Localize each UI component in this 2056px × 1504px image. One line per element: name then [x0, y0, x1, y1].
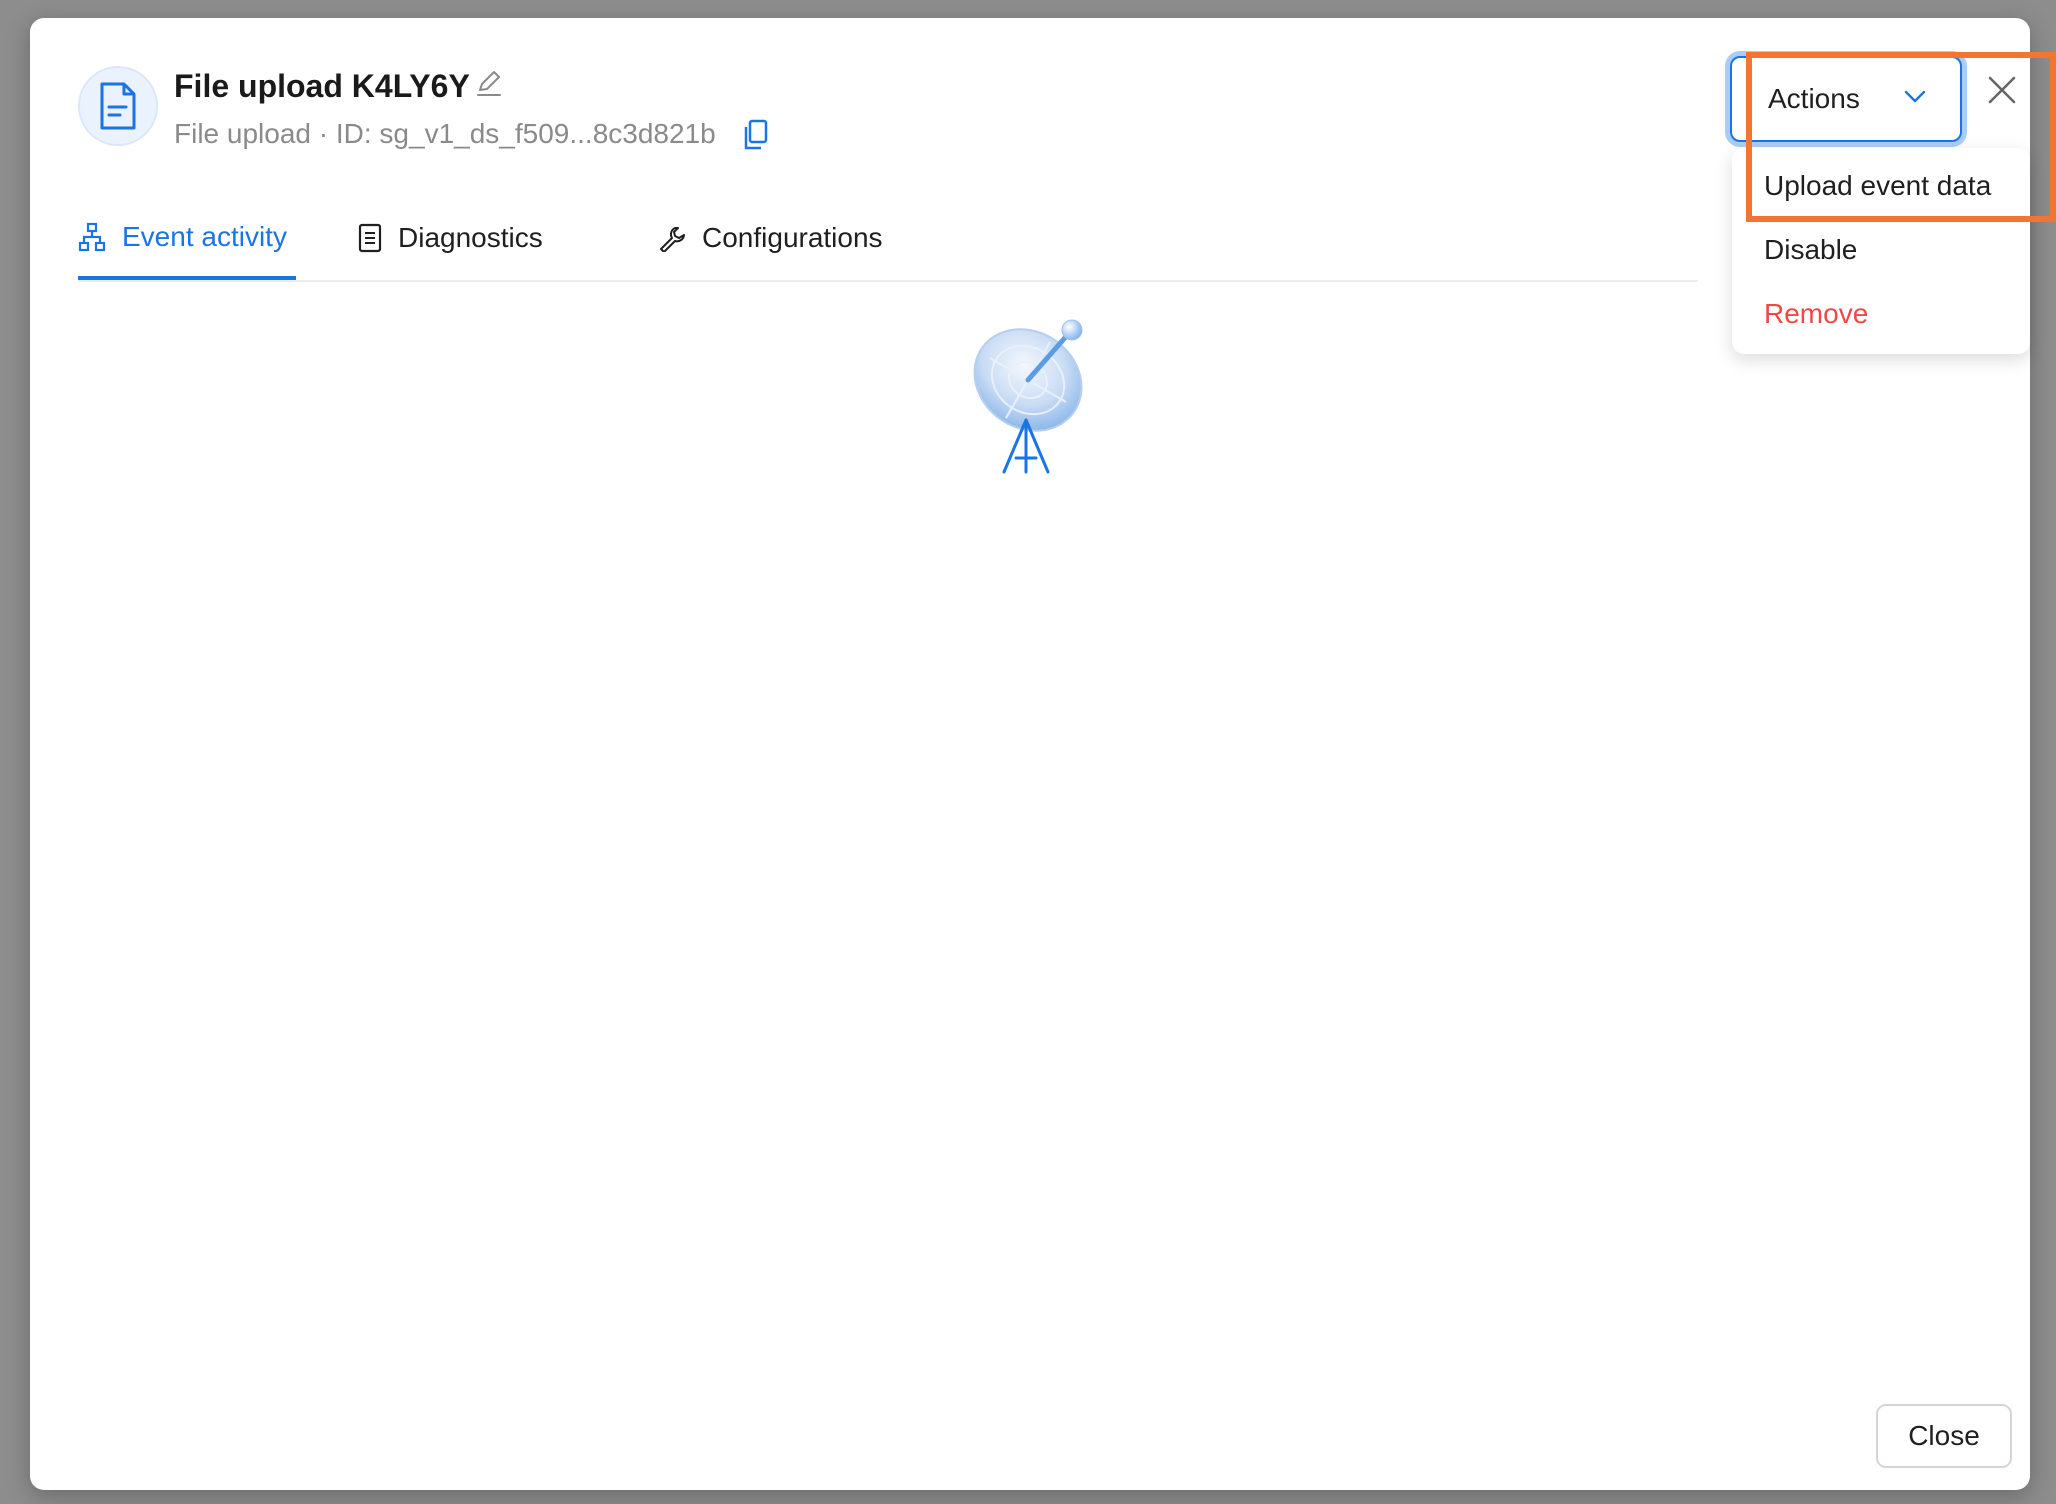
menu-item-upload-event-data[interactable]: Upload event data	[1764, 170, 1991, 202]
page-title: File upload K4LY6Y	[174, 68, 470, 104]
actions-button[interactable]: Actions	[1730, 56, 1962, 142]
clipboard-icon	[358, 223, 382, 253]
menu-item-remove[interactable]: Remove	[1764, 298, 1868, 330]
tab-event-activity[interactable]: Event activity	[78, 198, 296, 280]
close-button[interactable]: Close	[1876, 1404, 2012, 1468]
pencil-icon[interactable]	[474, 68, 504, 98]
satellite-dish-icon	[970, 308, 1110, 478]
wrench-icon	[660, 227, 685, 252]
menu-item-disable[interactable]: Disable	[1764, 234, 1857, 266]
actions-button-label: Actions	[1768, 83, 1860, 114]
data-source-modal: File upload K4LY6Y File upload · ID: sg_…	[30, 18, 2056, 1490]
tab-diagnostics[interactable]: Diagnostics	[358, 198, 543, 278]
data-source-subtitle: File upload · ID: sg_v1_ds_f509...8c3d82…	[174, 118, 716, 149]
actions-dropdown-menu: Upload event data Disable Remove	[1732, 148, 2030, 354]
tab-label: Configurations	[702, 222, 883, 253]
tab-label: Event activity	[122, 221, 287, 252]
tab-configurations[interactable]: Configurations	[658, 198, 883, 278]
copy-icon[interactable]	[740, 118, 770, 152]
hierarchy-icon	[78, 222, 106, 252]
tab-label: Diagnostics	[398, 222, 543, 253]
close-icon[interactable]	[1984, 72, 2020, 108]
tab-bar: Event activity Diagnostics Configuration…	[78, 198, 1698, 282]
chevron-down-icon	[1904, 90, 1926, 103]
document-icon	[78, 66, 158, 146]
